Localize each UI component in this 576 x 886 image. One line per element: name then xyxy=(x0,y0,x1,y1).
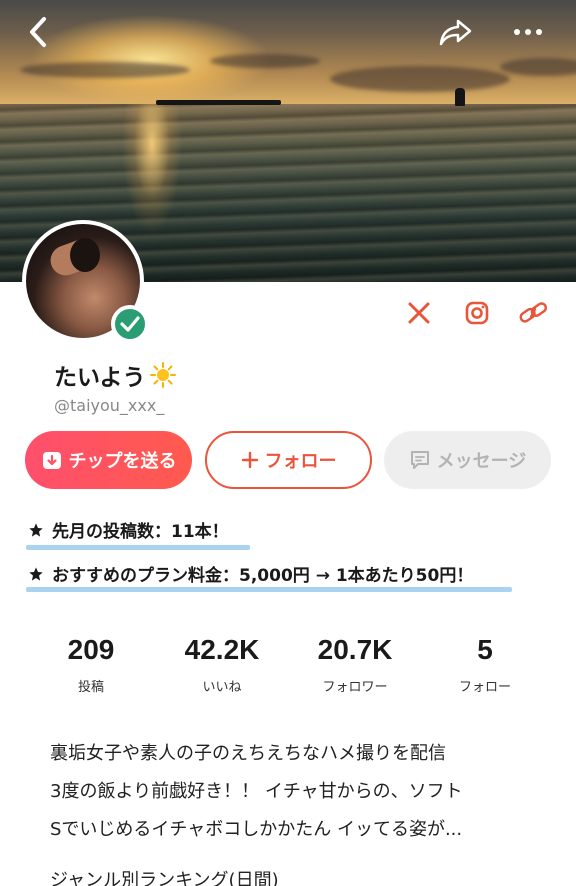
x-icon xyxy=(408,302,430,324)
promo-line: 先月の投稿数：11本！ xyxy=(28,517,229,542)
instagram-link-button[interactable] xyxy=(462,298,492,328)
follow-label: フォロー xyxy=(264,451,337,472)
more-horizontal-icon xyxy=(514,29,542,35)
genre-ranking-heading: ジャンル別ランキング(日間) xyxy=(50,870,279,886)
send-tip-button[interactable]: チップを送る xyxy=(25,431,192,489)
bio-line: 裏垢女子や素人の子のえちえちなハメ撮りを配信 xyxy=(50,743,446,764)
external-link-button[interactable] xyxy=(518,298,548,328)
stat-label: 投稿 xyxy=(77,680,104,695)
stat-label: フォロー xyxy=(458,680,511,695)
sun-icon xyxy=(149,362,176,388)
profile-bio[interactable]: 裏垢女子や素人の子のえちえちなハメ撮りを配信 3度の飯より前戯好き！！ イチャ甘… xyxy=(50,735,550,849)
star-icon xyxy=(29,566,43,581)
plus-icon xyxy=(241,451,258,469)
display-name-row: たいよう xyxy=(54,358,176,392)
bio-line: 3度の飯より前戯好き！！ イチャ甘からの、ソフト xyxy=(50,781,463,802)
cover-paddler xyxy=(455,88,465,106)
cover-canoe xyxy=(156,100,281,105)
promo-highlight xyxy=(26,587,512,592)
stat-label: フォロワー xyxy=(322,680,388,695)
more-button[interactable] xyxy=(508,14,548,50)
chevron-left-icon xyxy=(30,17,46,47)
message-icon xyxy=(410,451,429,469)
verified-badge-icon xyxy=(111,305,149,343)
user-handle: @taiyou_xxx_ xyxy=(54,396,165,415)
message-button[interactable]: メッセージ xyxy=(384,431,551,489)
share-icon xyxy=(439,19,472,46)
promo-line: おすすめのプラン料金：5,000円 → 1本あたり50円！ xyxy=(28,561,473,586)
send-tip-label: チップを送る xyxy=(68,451,177,472)
promo-text: 先月の投稿数：11本！ xyxy=(52,522,229,542)
promo-highlight xyxy=(26,545,250,550)
avatar-figure xyxy=(70,238,100,272)
stat-value: 209 xyxy=(67,634,115,665)
stat-likes[interactable]: 42.2K いいね xyxy=(157,634,287,695)
gift-icon xyxy=(42,452,61,469)
back-button[interactable] xyxy=(18,14,58,50)
cover-cloud xyxy=(210,54,320,68)
promo-text: おすすめのプラン料金：5,000円 → 1本あたり50円！ xyxy=(52,566,474,586)
stat-followers[interactable]: 20.7K フォロワー xyxy=(290,634,420,695)
link-icon xyxy=(519,302,548,323)
cover-cloud xyxy=(20,62,190,78)
stat-value: 5 xyxy=(477,634,493,665)
message-label: メッセージ xyxy=(436,451,527,472)
follow-button[interactable]: フォロー xyxy=(205,431,372,489)
stat-value: 42.2K xyxy=(184,634,260,665)
stat-label: いいね xyxy=(202,680,242,695)
share-button[interactable] xyxy=(436,14,476,50)
stat-posts[interactable]: 209 投稿 xyxy=(26,634,156,695)
display-name: たいよう xyxy=(54,365,146,391)
stat-following[interactable]: 5 フォロー xyxy=(420,634,550,695)
bio-line: Sでいじめるイチャボコしかかたん イッてる姿が... xyxy=(50,819,463,840)
profile-stats: 209 投稿 42.2K いいね 20.7K フォロワー 5 フォロー xyxy=(0,634,576,704)
cover-cloud xyxy=(330,66,510,92)
stat-value: 20.7K xyxy=(317,634,393,665)
star-icon xyxy=(29,522,43,537)
x-link-button[interactable] xyxy=(404,298,434,328)
instagram-icon xyxy=(465,301,489,325)
